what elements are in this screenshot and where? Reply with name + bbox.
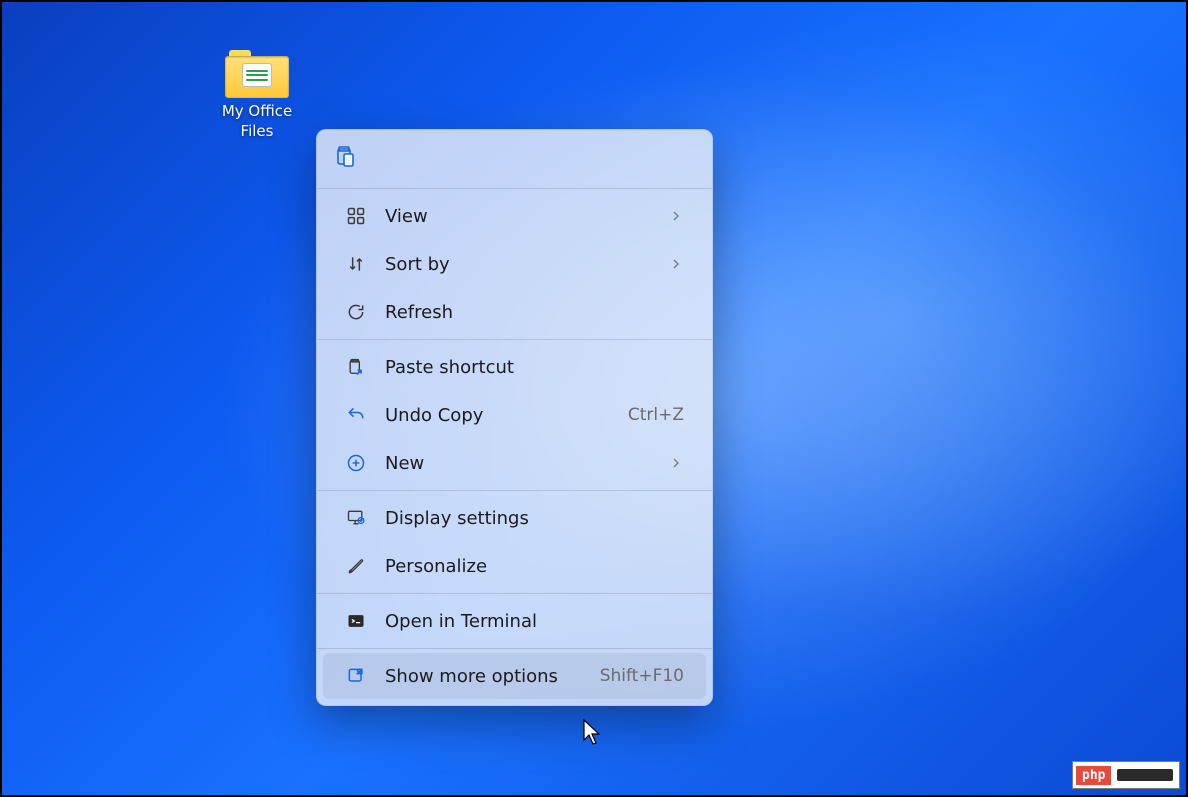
watermark-text: php: [1076, 766, 1111, 785]
refresh-icon: [345, 301, 367, 323]
menu-item-paste-shortcut[interactable]: Paste shortcut: [323, 344, 706, 390]
context-menu-action-row: [317, 130, 712, 184]
chevron-right-icon: [668, 256, 684, 272]
menu-item-sort-by[interactable]: Sort by: [323, 241, 706, 287]
menu-item-label: Sort by: [385, 254, 650, 275]
menu-item-label: Undo Copy: [385, 405, 610, 426]
menu-item-label: Paste shortcut: [385, 357, 684, 378]
menu-item-label: Show more options: [385, 666, 582, 687]
menu-item-label: Refresh: [385, 302, 684, 323]
menu-item-label: View: [385, 206, 650, 227]
desktop-context-menu: View Sort by Refresh: [316, 129, 713, 706]
menu-item-shortcut: Shift+F10: [600, 666, 684, 686]
menu-item-open-in-terminal[interactable]: Open in Terminal: [323, 598, 706, 644]
view-icon: [345, 205, 367, 227]
desktop-background[interactable]: My Office Files View: [2, 2, 1186, 795]
menu-item-undo-copy[interactable]: Undo Copy Ctrl+Z: [323, 392, 706, 438]
paste-shortcut-icon: [345, 356, 367, 378]
watermark-badge: php: [1072, 761, 1180, 789]
menu-item-label: Display settings: [385, 508, 684, 529]
new-icon: [345, 452, 367, 474]
menu-item-label: Open in Terminal: [385, 611, 684, 632]
menu-item-refresh[interactable]: Refresh: [323, 289, 706, 335]
undo-icon: [345, 404, 367, 426]
desktop-icon-label: My Office Files: [212, 102, 302, 141]
chevron-right-icon: [668, 455, 684, 471]
desktop-icon-my-office-files[interactable]: My Office Files: [212, 50, 302, 141]
menu-separator: [317, 188, 712, 189]
menu-item-display-settings[interactable]: Display settings: [323, 495, 706, 541]
menu-item-view[interactable]: View: [323, 193, 706, 239]
sort-icon: [345, 253, 367, 275]
menu-separator: [317, 593, 712, 594]
terminal-icon: [345, 610, 367, 632]
menu-separator: [317, 648, 712, 649]
menu-item-shortcut: Ctrl+Z: [628, 405, 684, 425]
display-settings-icon: [345, 507, 367, 529]
paste-icon[interactable]: [333, 144, 359, 170]
menu-separator: [317, 490, 712, 491]
menu-item-new[interactable]: New: [323, 440, 706, 486]
chevron-right-icon: [668, 208, 684, 224]
mouse-cursor: [583, 719, 603, 747]
menu-item-show-more-options[interactable]: Show more options Shift+F10: [323, 653, 706, 699]
watermark-bar: [1117, 769, 1173, 781]
menu-separator: [317, 339, 712, 340]
menu-item-personalize[interactable]: Personalize: [323, 543, 706, 589]
show-more-icon: [345, 665, 367, 687]
personalize-icon: [345, 555, 367, 577]
folder-icon: [225, 50, 289, 98]
menu-item-label: New: [385, 453, 650, 474]
menu-item-label: Personalize: [385, 556, 684, 577]
